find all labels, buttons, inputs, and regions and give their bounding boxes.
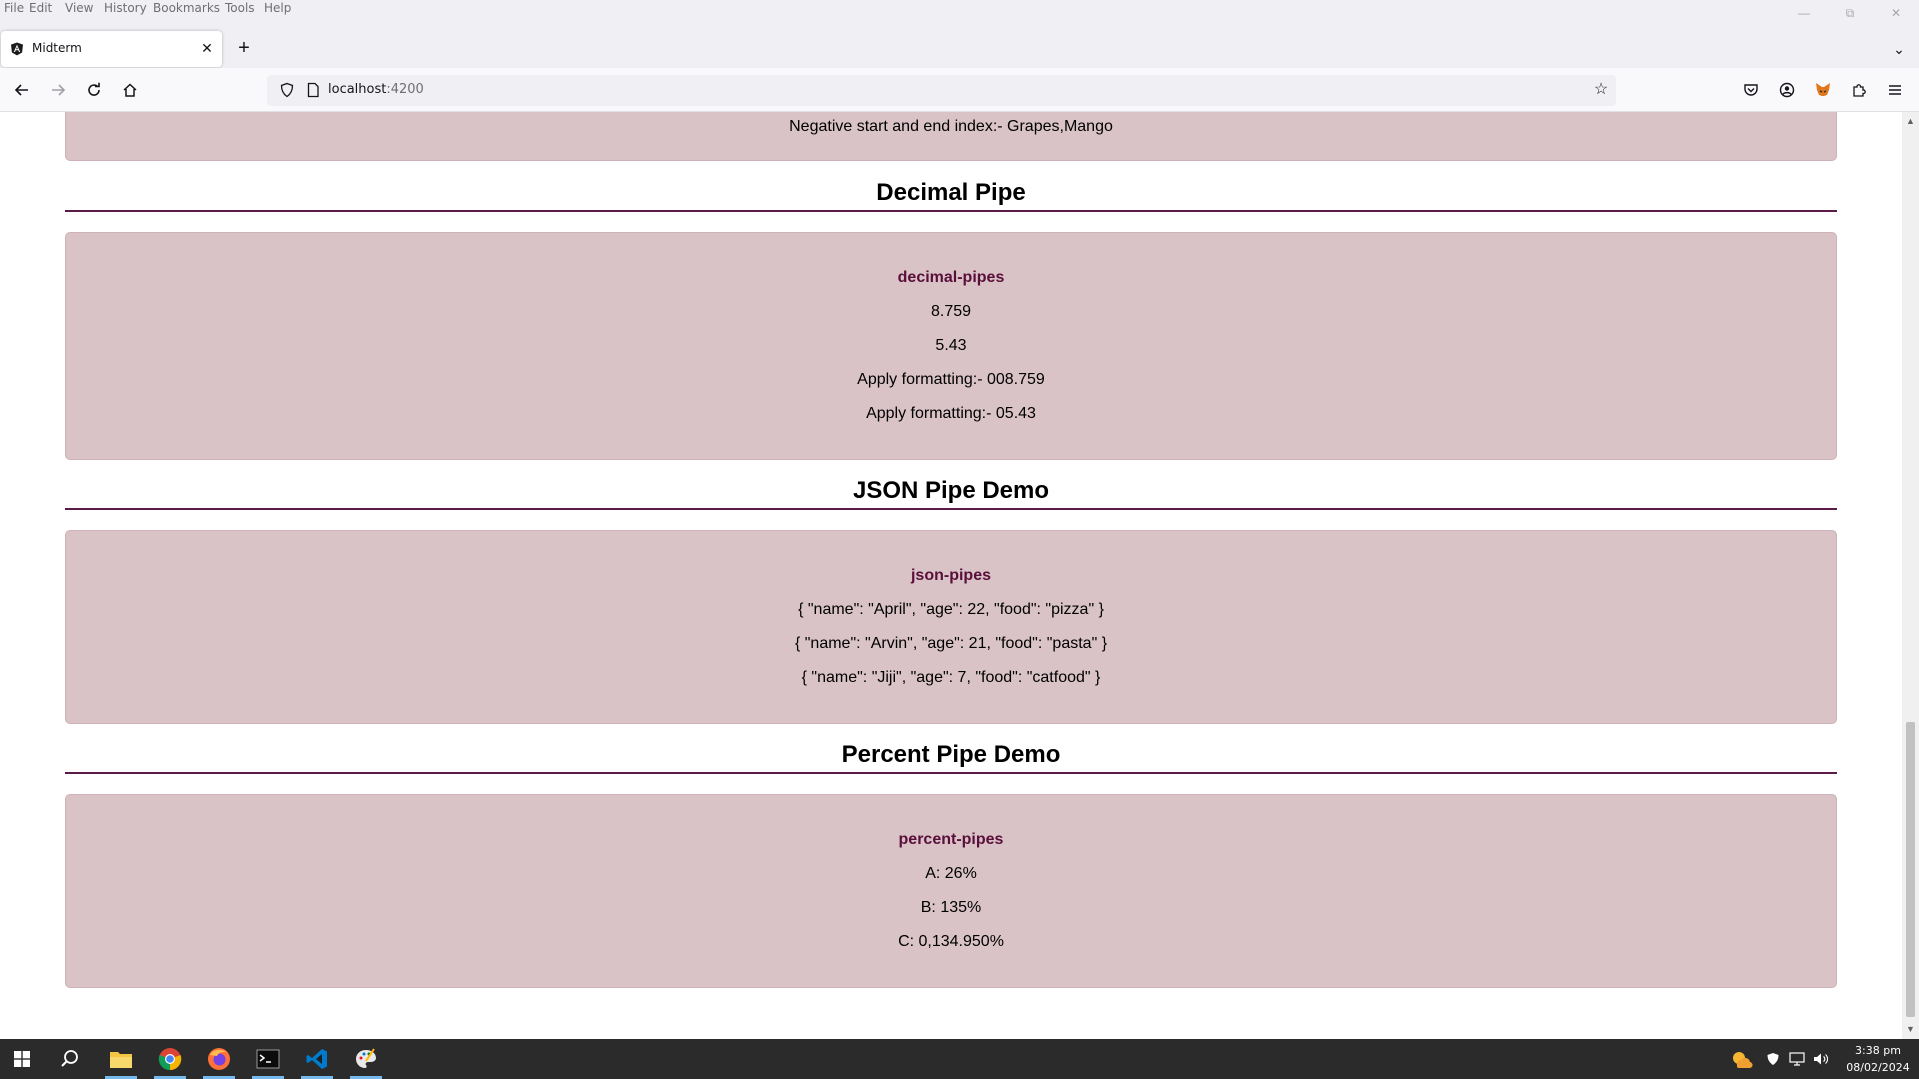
panel-line: { "name": "Jiji", "age": 7, "food": "cat… (801, 669, 1101, 686)
window-controls: — ⧉ ✕ (1781, 0, 1919, 26)
menu-bar: File Edit View History Bookmarks Tools H… (0, 0, 1919, 18)
vscode-icon[interactable] (295, 1039, 339, 1079)
back-icon[interactable] (10, 78, 34, 102)
bookmark-star-icon[interactable]: ☆ (1592, 81, 1610, 99)
menu-help[interactable]: Help (264, 1, 291, 15)
hamburger-menu-icon[interactable] (1885, 80, 1905, 100)
panel-line: A: 26% (925, 865, 977, 882)
json-pipes-panel: json-pipes { "name": "April", "age": 22,… (65, 530, 1837, 724)
section-heading-json: JSON Pipe Demo (852, 477, 1050, 504)
slice-pipes-panel: Negative start and end index:- Grapes,Ma… (65, 112, 1837, 161)
scroll-up-icon[interactable]: ▲ (1902, 114, 1919, 128)
panel-line: Apply formatting:- 05.43 (866, 405, 1036, 422)
navigation-bar: localhost:4200 ☆ (0, 68, 1919, 112)
scroll-down-icon[interactable]: ▼ (1902, 1022, 1919, 1036)
panel-line: C: 0,134.950% (898, 933, 1004, 950)
section-heading-percent: Percent Pipe Demo (841, 741, 1061, 768)
angular-icon (11, 42, 23, 56)
slice-negative-index-line: Negative start and end index:- Grapes,Ma… (789, 118, 1113, 135)
windows-taskbar: 3:38 pm 08/02/2024 (0, 1039, 1919, 1079)
menu-view[interactable]: View (65, 1, 93, 15)
section-heading-decimal: Decimal Pipe (876, 179, 1026, 206)
metamask-fox-icon[interactable] (1813, 80, 1833, 100)
reload-icon[interactable] (82, 78, 106, 102)
chevron-down-icon[interactable]: ⌄ (1888, 38, 1910, 60)
url-bar[interactable]: localhost:4200 ☆ (267, 75, 1616, 106)
firefox-icon[interactable] (197, 1039, 241, 1079)
panel-line: { "name": "April", "age": 22, "food": "p… (798, 601, 1104, 618)
restore-icon[interactable]: ⧉ (1827, 0, 1873, 26)
vertical-scrollbar[interactable]: ▲ ▼ (1902, 112, 1919, 1039)
tab-strip: Midterm ✕ + ⌄ (0, 18, 1919, 68)
decimal-pipes-panel: decimal-pipes 8.759 5.43 Apply formattin… (65, 232, 1837, 460)
clock-time: 3:38 pm (1855, 1044, 1901, 1057)
home-icon[interactable] (118, 78, 142, 102)
terminal-icon[interactable] (246, 1039, 290, 1079)
menu-bookmarks[interactable]: Bookmarks (153, 1, 220, 15)
menu-history[interactable]: History (104, 1, 147, 15)
panel-line: Apply formatting:- 008.759 (857, 371, 1045, 388)
panel-line: B: 135% (920, 899, 982, 916)
panel-line: 8.759 (930, 303, 972, 320)
menu-edit[interactable]: Edit (29, 1, 52, 15)
tab-midterm[interactable]: Midterm ✕ (1, 31, 222, 67)
new-tab-icon[interactable]: + (233, 38, 255, 60)
account-icon[interactable] (1777, 80, 1797, 100)
panel-title: percent-pipes (898, 831, 1004, 848)
forward-icon[interactable] (46, 78, 70, 102)
section-divider (65, 508, 1837, 510)
menu-file[interactable]: File (4, 1, 24, 15)
system-clock[interactable]: 3:38 pm 08/02/2024 (1843, 1042, 1913, 1076)
pocket-icon[interactable] (1741, 80, 1761, 100)
panel-title: decimal-pipes (897, 269, 1005, 286)
panel-title: json-pipes (910, 567, 991, 584)
percent-pipes-panel: percent-pipes A: 26% B: 135% C: 0,134.95… (65, 794, 1837, 988)
shield-icon[interactable] (279, 82, 295, 98)
tab-close-icon[interactable]: ✕ (198, 39, 216, 57)
windows-start-icon[interactable] (0, 1039, 44, 1079)
section-divider (65, 772, 1837, 774)
search-icon[interactable] (48, 1039, 92, 1079)
url-text[interactable]: localhost:4200 (328, 82, 424, 97)
clock-date: 08/02/2024 (1846, 1061, 1910, 1074)
close-window-icon[interactable]: ✕ (1873, 0, 1919, 26)
file-explorer-icon[interactable] (99, 1039, 143, 1079)
panel-line: { "name": "Arvin", "age": 21, "food": "p… (794, 635, 1108, 652)
extensions-icon[interactable] (1849, 80, 1869, 100)
page-viewport: Negative start and end index:- Grapes,Ma… (0, 112, 1902, 1039)
volume-icon[interactable] (1810, 1039, 1832, 1079)
section-divider (65, 210, 1837, 212)
menu-tools[interactable]: Tools (225, 1, 255, 15)
tab-title: Midterm (32, 41, 82, 55)
scrollbar-thumb[interactable] (1906, 722, 1915, 1017)
paint-icon[interactable] (344, 1039, 388, 1079)
security-tray-icon[interactable] (1762, 1039, 1784, 1079)
chrome-icon[interactable] (148, 1039, 192, 1079)
panel-line: 5.43 (935, 337, 967, 354)
minimize-icon[interactable]: — (1781, 0, 1827, 26)
weather-icon[interactable] (1719, 1039, 1763, 1079)
network-icon[interactable] (1786, 1039, 1808, 1079)
page-icon[interactable] (305, 82, 321, 98)
